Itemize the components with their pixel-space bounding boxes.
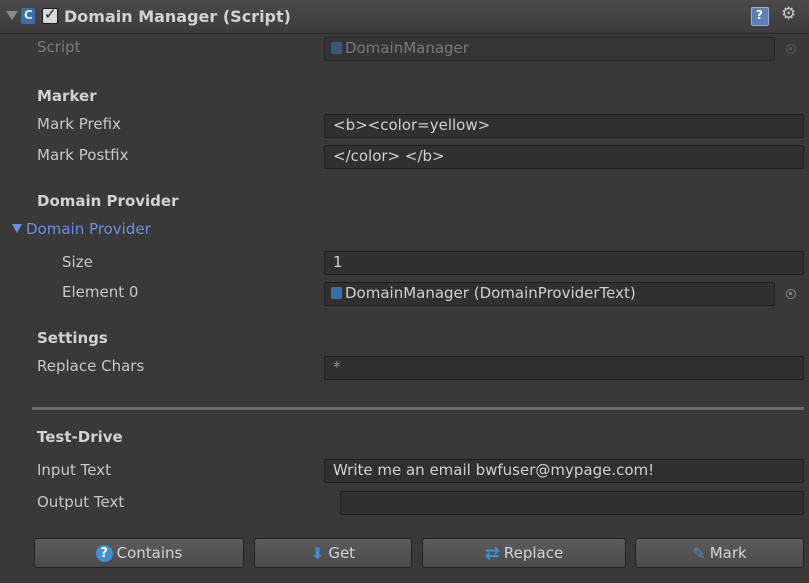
element0-picker-icon[interactable]	[786, 289, 796, 299]
pencil-icon: ✎	[692, 543, 706, 563]
mark-button[interactable]: ✎ Mark	[635, 538, 804, 568]
replace-button-label: Replace	[503, 544, 564, 562]
element0-field[interactable]: DomainManager (DomainProviderText)	[324, 282, 775, 306]
mark-prefix-field[interactable]: <b><color=yellow>	[324, 114, 804, 138]
foldout-arrow-icon	[12, 224, 22, 233]
mark-prefix-label: Mark Prefix	[37, 115, 121, 133]
mark-button-label: Mark	[709, 544, 747, 562]
size-field[interactable]: 1	[324, 251, 804, 275]
enabled-checkbox[interactable]	[42, 5, 58, 24]
domain-provider-foldout-label: Domain Provider	[26, 220, 151, 238]
mark-postfix-field[interactable]: </color> </b>	[324, 145, 804, 169]
domain-provider-heading: Domain Provider	[37, 192, 179, 210]
element0-field-value: DomainManager (DomainProviderText)	[345, 284, 636, 302]
script-picker-icon	[786, 44, 796, 54]
output-text-label: Output Text	[37, 493, 125, 511]
script-label: Script	[37, 38, 81, 56]
script-field-value: DomainManager	[345, 39, 469, 57]
gear-icon[interactable]: ⚙	[781, 4, 796, 24]
replace-chars-label: Replace Chars	[37, 357, 145, 375]
help-icon[interactable]	[751, 7, 769, 26]
replace-chars-field[interactable]: *	[324, 356, 804, 380]
component-header: Domain Manager (Script) ⚙	[0, 0, 809, 34]
settings-heading: Settings	[37, 329, 108, 347]
output-text-field[interactable]	[340, 491, 804, 515]
size-label: Size	[62, 253, 93, 271]
domain-provider-foldout[interactable]: Domain Provider	[12, 220, 151, 238]
input-text-label: Input Text	[37, 461, 111, 479]
contains-button-label: Contains	[116, 544, 183, 562]
test-drive-heading: Test-Drive	[37, 428, 123, 446]
script-asset-icon	[331, 287, 342, 299]
csharp-script-icon	[21, 8, 35, 24]
component-title: Domain Manager (Script)	[64, 7, 291, 26]
input-text-field[interactable]: Write me an email bwfuser@mypage.com!	[324, 459, 804, 483]
get-button-label: Get	[328, 544, 356, 562]
replace-button[interactable]: ⇄ Replace	[422, 538, 626, 568]
get-button[interactable]: ⬇ Get	[254, 538, 412, 568]
section-divider	[32, 407, 804, 410]
script-asset-icon	[331, 42, 342, 54]
marker-heading: Marker	[37, 87, 97, 105]
question-circle-icon: ?	[95, 545, 113, 562]
download-icon: ⬇	[310, 543, 325, 563]
mark-postfix-label: Mark Postfix	[37, 146, 129, 164]
script-field: DomainManager	[324, 37, 775, 61]
collapse-arrow-icon[interactable]	[6, 11, 18, 20]
swap-arrows-icon: ⇄	[484, 542, 500, 564]
contains-button[interactable]: ? Contains	[34, 538, 244, 568]
element0-label: Element 0	[62, 283, 139, 301]
